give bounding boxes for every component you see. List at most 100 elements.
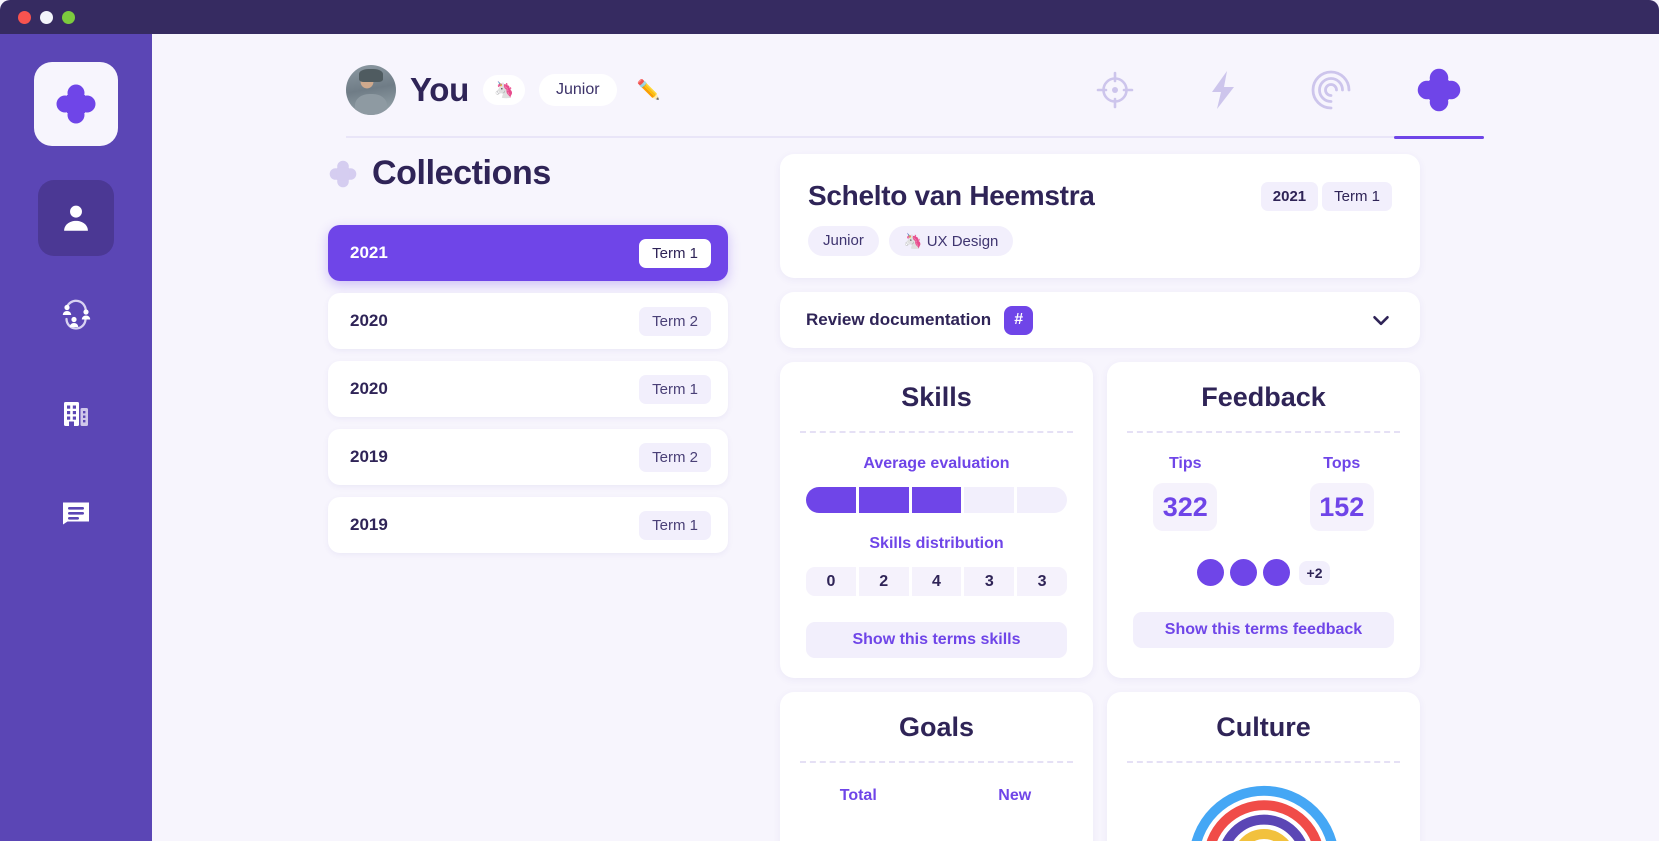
collection-item-2019-term1[interactable]: 2019 Term 1 <box>328 497 728 553</box>
culture-arc-chart <box>1107 771 1420 841</box>
window-maximize-button[interactable] <box>62 10 75 24</box>
goals-columns: Total New <box>780 787 1093 805</box>
collection-year: 2021 <box>350 243 388 262</box>
avatar-overflow-count: +2 <box>1298 560 1331 585</box>
culture-title: Culture <box>1216 712 1311 742</box>
collection-term: Term 2 <box>639 306 711 336</box>
profile-badge-year: 2021 <box>1260 182 1319 211</box>
skills-segment <box>806 487 856 513</box>
sidebar-items <box>38 180 114 550</box>
collection-term: Term 2 <box>639 442 711 472</box>
clover-logo-icon <box>56 84 96 124</box>
collections-list: 2021 Term 1 2020 Term 2 2020 Term 1 2019… <box>328 225 728 553</box>
unicorn-emoji-chip: 🦄 <box>482 75 525 105</box>
clover-icon <box>1417 68 1461 112</box>
show-terms-skills-button[interactable]: Show this terms skills <box>806 622 1067 658</box>
distribution-cell: 0 <box>806 567 856 596</box>
pencil-icon[interactable]: ✏️ <box>637 78 661 102</box>
skills-distribution: 0 2 4 3 3 <box>806 567 1067 596</box>
feedback-title: Feedback <box>1201 382 1326 412</box>
skills-segment <box>1017 487 1067 513</box>
tab-culture[interactable] <box>1300 43 1362 137</box>
review-label: Review documentation <box>806 310 992 329</box>
profile-tag-discipline: 🦄 UX Design <box>888 226 1014 256</box>
profile-badges: 2021 Term 1 <box>1260 182 1392 211</box>
distribution-cell: 4 <box>911 567 962 596</box>
skills-segment <box>858 487 909 513</box>
divider <box>800 431 1073 433</box>
collection-year: 2019 <box>350 447 388 466</box>
target-icon <box>1096 71 1134 109</box>
goals-new-label: New <box>998 787 1032 804</box>
profile-badge-term: Term 1 <box>1322 182 1392 211</box>
distribution-cell: 2 <box>858 567 909 596</box>
tab-goals[interactable] <box>1084 43 1146 137</box>
team-network-icon <box>62 299 91 330</box>
chevron-down-icon[interactable] <box>1368 307 1394 333</box>
lightning-icon <box>1212 71 1234 109</box>
feedback-avatar-group: +2 <box>1107 559 1420 586</box>
collection-item-2020-term2[interactable]: 2020 Term 2 <box>328 293 728 349</box>
detail-panel: Schelto van Heemstra Junior 🦄 UX Design … <box>780 154 1420 841</box>
metric-cards-row-2: Goals Total New Culture <box>780 692 1420 841</box>
feedback-card: Feedback Tips 322 Tops 152 +2 Show this … <box>1107 362 1420 678</box>
collections-header: Collections <box>328 154 728 193</box>
app-window: You 🦄 Junior ✏️ Collections 2021 Term 1 … <box>0 0 1659 841</box>
tab-feedback[interactable] <box>1192 43 1254 137</box>
collection-year: 2020 <box>350 311 388 330</box>
collection-item-2019-term2[interactable]: 2019 Term 2 <box>328 429 728 485</box>
divider <box>1127 431 1400 433</box>
sidebar-logo[interactable] <box>34 62 118 146</box>
culture-card: Culture <box>1107 692 1420 841</box>
sidebar-item-team[interactable] <box>38 278 114 354</box>
skills-title: Skills <box>901 382 972 412</box>
avatar[interactable] <box>346 65 396 115</box>
feedback-tops-label: Tops <box>1323 455 1361 472</box>
collection-year: 2019 <box>350 515 388 534</box>
review-documentation-row[interactable]: Review documentation # <box>780 292 1420 348</box>
culture-radial-icon <box>1191 785 1336 841</box>
collection-term: Term 1 <box>639 238 711 268</box>
show-terms-feedback-button[interactable]: Show this terms feedback <box>1133 612 1394 648</box>
avatar[interactable] <box>1196 559 1224 586</box>
skills-distribution-label: Skills distribution <box>869 535 1004 552</box>
role-chip: Junior <box>538 74 617 106</box>
window-close-button[interactable] <box>18 10 31 24</box>
main-area: You 🦄 Junior ✏️ Collections 2021 Term 1 … <box>152 34 1659 841</box>
feedback-tips-label: Tips <box>1168 455 1202 472</box>
collection-item-2020-term1[interactable]: 2020 Term 1 <box>328 361 728 417</box>
collections-panel: Collections 2021 Term 1 2020 Term 2 2020… <box>328 154 728 553</box>
collections-title: Collections <box>372 154 551 192</box>
radar-icon <box>1311 70 1351 110</box>
feedback-tips-value: 322 <box>1153 483 1218 531</box>
collection-year: 2020 <box>350 379 388 398</box>
hash-badge: # <box>1004 305 1034 335</box>
collection-term: Term 1 <box>639 374 711 404</box>
profile-tag-level: Junior <box>808 226 879 256</box>
sidebar-item-messages[interactable] <box>38 474 114 550</box>
distribution-cell: 3 <box>1017 567 1067 596</box>
header-tabs <box>1084 43 1484 139</box>
user-identity: You 🦄 Junior ✏️ <box>346 65 660 115</box>
avatar[interactable] <box>1229 559 1257 586</box>
chat-message-icon <box>63 502 89 525</box>
skills-average-label: Average evaluation <box>863 455 1010 472</box>
divider <box>1127 761 1400 763</box>
skills-average-bar <box>806 487 1067 513</box>
metric-cards-row-1: Skills Average evaluation Skills distrib… <box>780 362 1420 678</box>
profile-card: Schelto van Heemstra Junior 🦄 UX Design … <box>780 154 1420 278</box>
window-titlebar <box>0 0 1659 34</box>
collection-term: Term 1 <box>639 510 711 540</box>
collection-item-2021-term1[interactable]: 2021 Term 1 <box>328 225 728 281</box>
divider <box>800 761 1073 763</box>
sidebar-item-profile[interactable] <box>38 180 114 256</box>
page-title: You <box>410 71 469 108</box>
tab-overview[interactable] <box>1394 43 1484 139</box>
avatar[interactable] <box>1262 559 1290 586</box>
page-header: You 🦄 Junior ✏️ <box>346 43 1484 139</box>
window-minimize-button[interactable] <box>40 10 53 24</box>
goals-card: Goals Total New <box>780 692 1093 841</box>
sidebar-item-company[interactable] <box>38 376 114 452</box>
skills-segment <box>964 487 1015 513</box>
profile-tags: Junior 🦄 UX Design <box>808 226 1392 256</box>
